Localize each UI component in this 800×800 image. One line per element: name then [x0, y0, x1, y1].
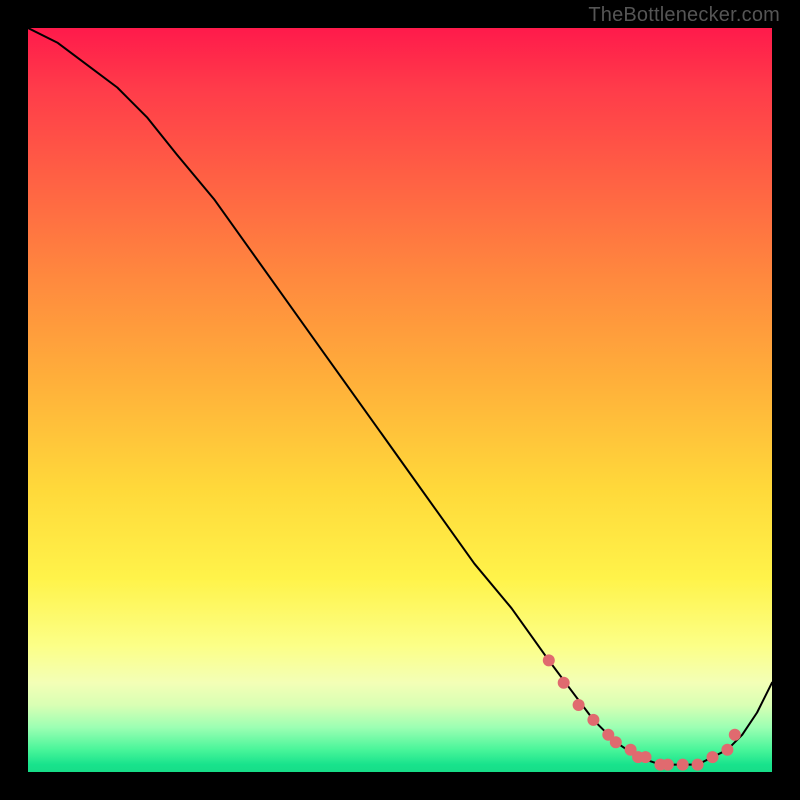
data-marker	[610, 736, 622, 748]
data-marker	[707, 751, 719, 763]
data-marker	[587, 714, 599, 726]
stage: TheBottlenecker.com	[0, 0, 800, 800]
data-marker	[543, 654, 555, 666]
bottleneck-curve	[28, 28, 772, 765]
data-marker	[573, 699, 585, 711]
data-marker	[677, 759, 689, 771]
marker-group	[543, 654, 741, 770]
watermark-text: TheBottlenecker.com	[588, 4, 780, 27]
data-marker	[729, 729, 741, 741]
data-marker	[692, 759, 704, 771]
plot-overlay-svg	[28, 28, 772, 772]
bottleneck-heatmap-plot	[28, 28, 772, 772]
data-marker	[640, 751, 652, 763]
data-marker	[662, 759, 674, 771]
data-marker	[721, 744, 733, 756]
data-marker	[558, 677, 570, 689]
